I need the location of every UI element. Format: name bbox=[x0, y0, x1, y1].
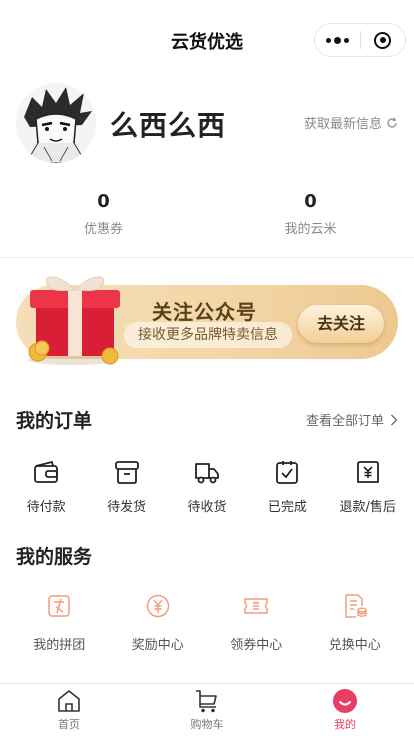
group-buy-icon bbox=[48, 595, 70, 617]
stats-row: 0 优惠券 0 我的云米 bbox=[0, 190, 414, 250]
truck-icon bbox=[195, 463, 219, 484]
tab-bar: 首页 购物车 我的 bbox=[0, 683, 414, 736]
exchange-icon bbox=[345, 594, 367, 618]
service-reward[interactable]: 奖励中心 bbox=[116, 592, 200, 658]
username: 么西么西 bbox=[110, 109, 227, 142]
service-coupon[interactable]: 领券中心 bbox=[214, 592, 298, 658]
service-coupon-label: 领券中心 bbox=[230, 638, 283, 653]
banner-title: 关注公众号 bbox=[152, 300, 257, 324]
more-dots-icon[interactable] bbox=[315, 24, 360, 56]
coupon-label: 优惠券 bbox=[83, 222, 123, 237]
avatar[interactable] bbox=[16, 83, 96, 163]
view-all-orders-label: 查看全部订单 bbox=[305, 414, 384, 429]
target-close-icon[interactable] bbox=[360, 24, 405, 56]
coupon-count: 0 bbox=[97, 191, 110, 212]
home-icon bbox=[58, 690, 80, 712]
coupon-stat[interactable]: 0 优惠券 bbox=[0, 190, 207, 250]
order-status-row: 待付款 待发货 待收货 已完成 退款/售后 bbox=[0, 458, 414, 518]
chevron-right-icon bbox=[391, 414, 398, 425]
order-pending-shipment-label: 待发货 bbox=[107, 500, 147, 515]
order-refund[interactable]: 退款/售后 bbox=[333, 458, 403, 518]
follow-button[interactable]: 去关注 bbox=[298, 305, 384, 343]
section-divider bbox=[0, 257, 414, 258]
order-pending-receipt-label: 待收货 bbox=[187, 500, 227, 515]
clipboard-check-icon bbox=[276, 461, 299, 484]
tab-profile[interactable]: 我的 bbox=[276, 684, 414, 736]
orders-title: 我的订单 bbox=[16, 410, 93, 432]
order-pending-payment-label: 待付款 bbox=[26, 500, 66, 515]
services-title: 我的服务 bbox=[16, 546, 93, 568]
tab-cart-label: 购物车 bbox=[190, 718, 224, 731]
services-row: 我的拼团 奖励中心 领券中心 兑换中心 bbox=[0, 592, 414, 658]
yunmi-label: 我的云米 bbox=[284, 222, 337, 237]
wallet-icon bbox=[34, 461, 59, 483]
service-group-buy-label: 我的拼团 bbox=[33, 638, 86, 653]
coupon-icon bbox=[244, 598, 268, 614]
yunmi-stat[interactable]: 0 我的云米 bbox=[207, 190, 414, 250]
refresh-icon bbox=[387, 117, 397, 128]
order-pending-payment[interactable]: 待付款 bbox=[11, 458, 81, 518]
service-exchange-label: 兑换中心 bbox=[328, 638, 381, 653]
order-pending-receipt[interactable]: 待收货 bbox=[172, 458, 242, 518]
service-reward-label: 奖励中心 bbox=[131, 638, 184, 653]
banner-subtitle: 接收更多品牌特卖信息 bbox=[124, 322, 292, 348]
cart-icon bbox=[195, 690, 217, 713]
view-all-orders-link[interactable]: 查看全部订单 bbox=[306, 410, 398, 429]
refresh-info-link[interactable]: 获取最新信息 bbox=[304, 113, 398, 132]
service-group-buy[interactable]: 我的拼团 bbox=[17, 592, 101, 658]
service-exchange[interactable]: 兑换中心 bbox=[313, 592, 397, 658]
tab-home[interactable]: 首页 bbox=[0, 684, 138, 736]
order-pending-shipment[interactable]: 待发货 bbox=[92, 458, 162, 518]
order-completed[interactable]: 已完成 bbox=[252, 458, 322, 518]
navigation-bar: 云货优选 bbox=[0, 0, 414, 80]
gift-box-icon bbox=[28, 276, 120, 365]
yunmi-count: 0 bbox=[304, 191, 317, 212]
profile-icon bbox=[332, 689, 357, 713]
order-refund-label: 退款/售后 bbox=[339, 500, 396, 515]
tab-home-label: 首页 bbox=[57, 718, 80, 731]
refresh-info-label: 获取最新信息 bbox=[303, 117, 382, 132]
order-completed-label: 已完成 bbox=[267, 500, 307, 515]
box-icon bbox=[114, 461, 139, 484]
reward-icon bbox=[146, 594, 169, 618]
mini-program-capsule bbox=[314, 23, 406, 57]
refund-icon bbox=[356, 461, 379, 483]
tab-profile-label: 我的 bbox=[333, 718, 356, 731]
tab-cart[interactable]: 购物车 bbox=[138, 684, 276, 736]
